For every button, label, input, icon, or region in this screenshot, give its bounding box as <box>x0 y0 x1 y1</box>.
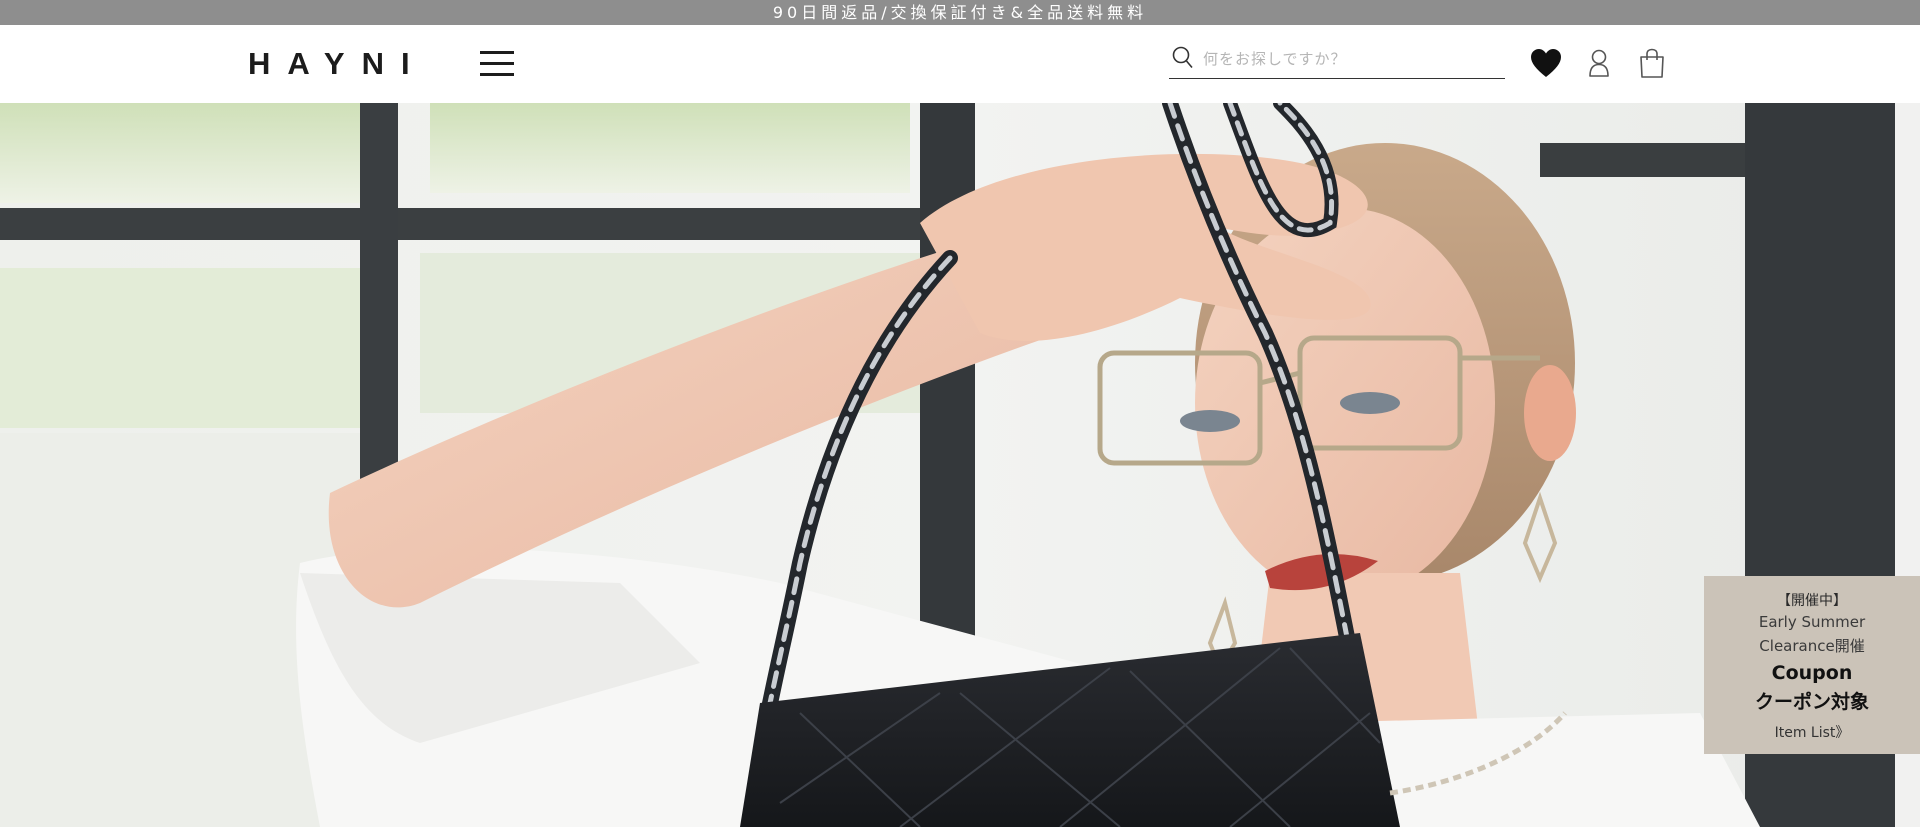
search-icon[interactable] <box>1171 45 1195 71</box>
search-input[interactable] <box>1201 45 1501 73</box>
coupon-title: Coupon <box>1771 662 1853 684</box>
shopping-bag-icon[interactable] <box>1636 47 1668 81</box>
coupon-event-line1: Early Summer <box>1758 613 1866 631</box>
site-header: HAYNI <box>0 25 1920 103</box>
site-logo[interactable]: HAYNI <box>248 45 427 83</box>
coupon-panel[interactable]: 【開催中】 Early Summer Clearance開催 Coupon クー… <box>1704 576 1920 754</box>
announcement-text: 90日間返品/交換保証付き&全品送料無料 <box>772 3 1148 22</box>
announcement-bar: 90日間返品/交換保証付き&全品送料無料 <box>0 0 1920 25</box>
coupon-event-line2: Clearance開催 <box>1759 637 1865 655</box>
search-bar <box>1169 41 1505 79</box>
user-icon[interactable] <box>1583 47 1615 81</box>
coupon-item-list-link[interactable]: Item List》 <box>1704 722 1920 742</box>
hero-banner[interactable] <box>0 103 1920 827</box>
hamburger-menu-icon[interactable] <box>480 49 516 79</box>
coupon-subtitle: クーポン対象 <box>1754 691 1869 713</box>
coupon-status: 【開催中】 <box>1777 593 1847 609</box>
heart-icon[interactable] <box>1530 47 1562 81</box>
hero-image <box>0 103 1920 827</box>
